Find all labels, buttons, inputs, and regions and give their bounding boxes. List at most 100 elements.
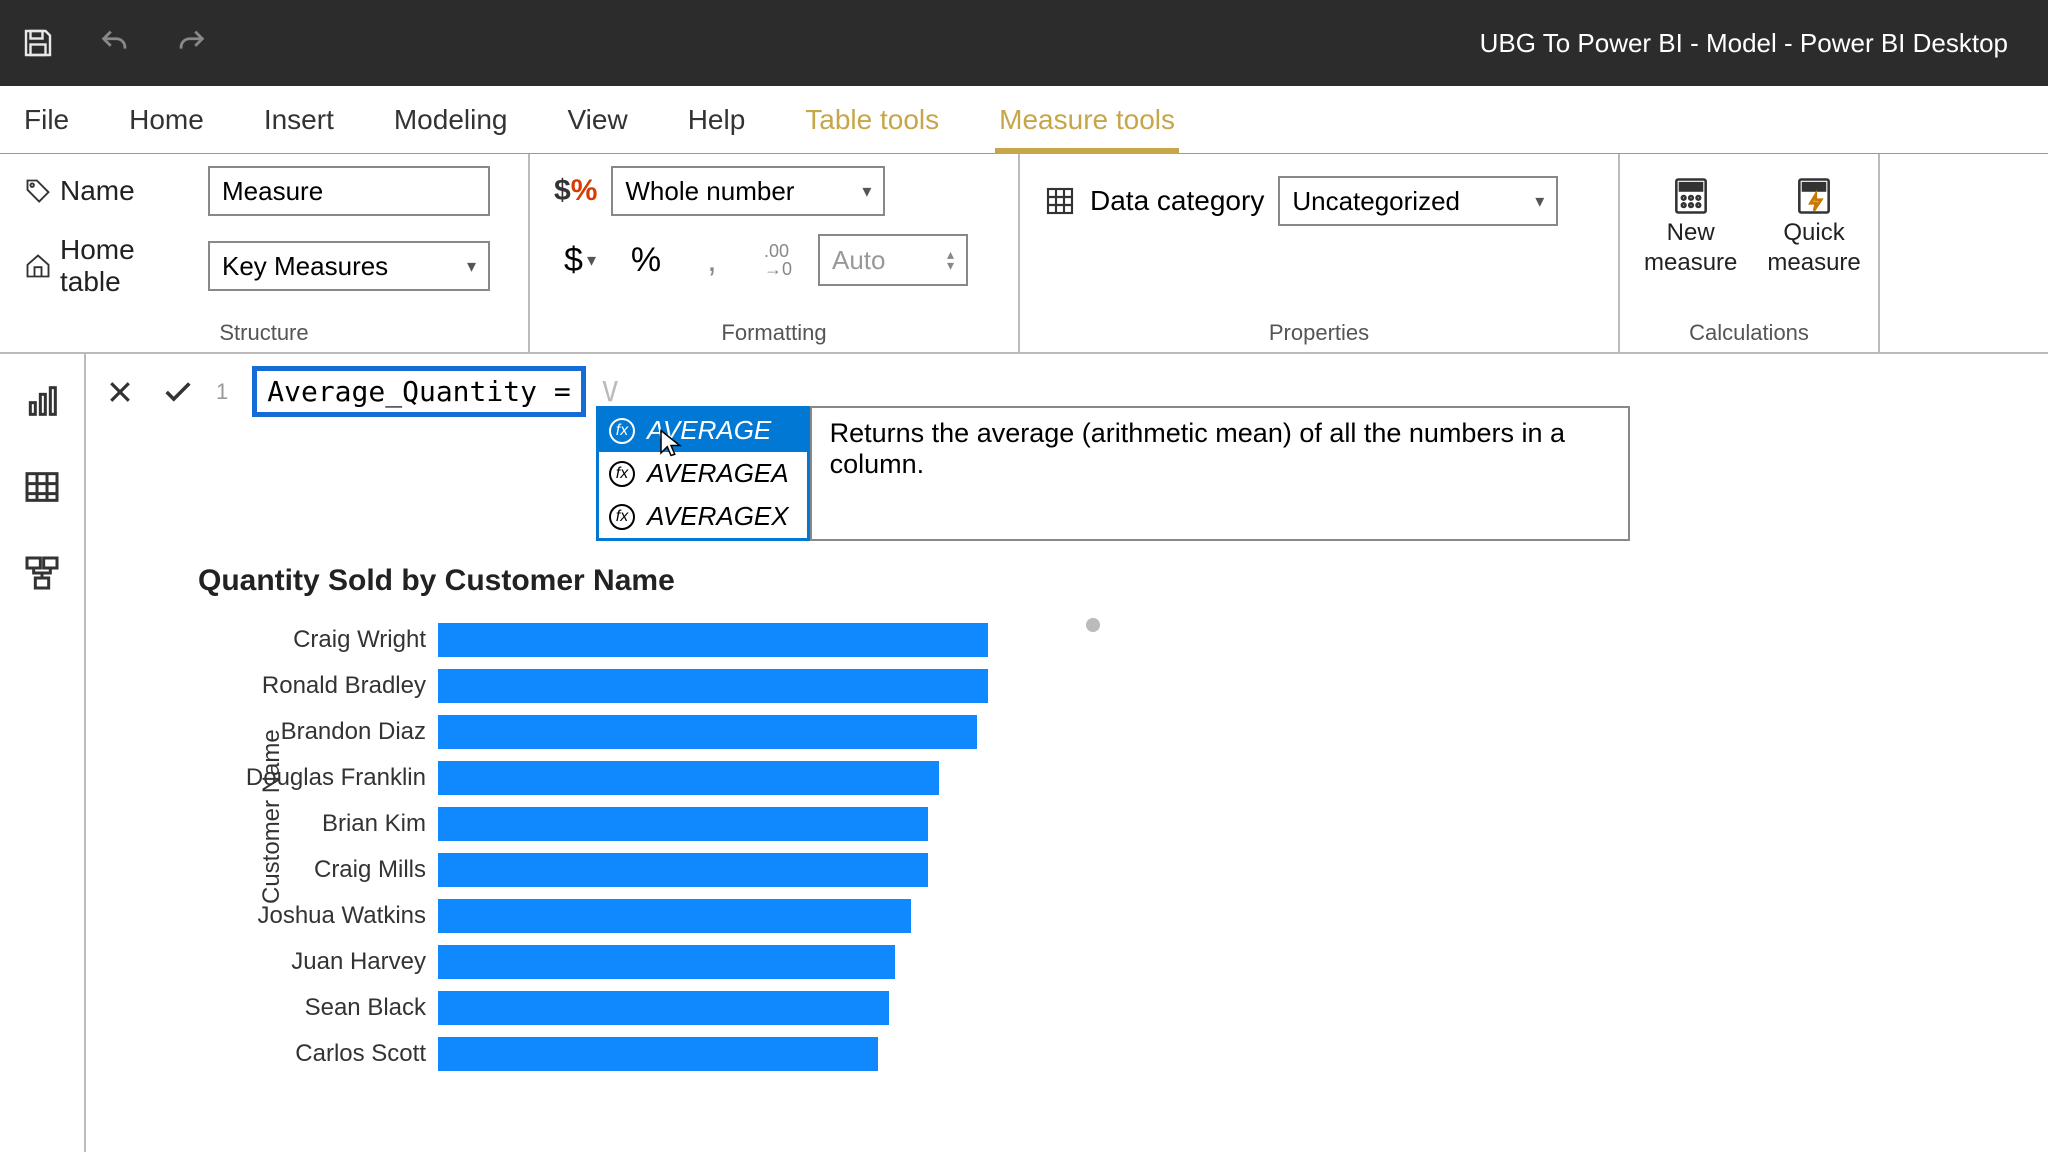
intellisense-item[interactable]: fxAVERAGEA <box>599 452 807 495</box>
bar-row: Carlos Scott <box>438 1034 1118 1074</box>
decimals-button[interactable]: .00→0 <box>752 234 804 286</box>
bar-label: Douglas Franklin <box>246 764 426 792</box>
group-structure: Name Home table Key Measures ▾ Structure <box>0 154 530 352</box>
bar-label: Brian Kim <box>322 810 426 838</box>
tab-modeling[interactable]: Modeling <box>390 104 512 136</box>
bar-label: Craig Mills <box>314 856 426 884</box>
function-tooltip: Returns the average (arithmetic mean) of… <box>810 406 1630 541</box>
bar[interactable] <box>438 807 928 841</box>
bar-label: Craig Wright <box>293 626 426 654</box>
bar-row: Ronald Bradley <box>438 666 1118 706</box>
chevron-down-icon: ▾ <box>1535 191 1544 212</box>
bar[interactable] <box>438 991 889 1025</box>
data-category-icon <box>1044 185 1076 217</box>
bar-label: Joshua Watkins <box>257 902 426 930</box>
report-view-icon[interactable] <box>21 380 63 422</box>
redo-icon[interactable] <box>174 26 208 60</box>
decimal-places-input[interactable]: Auto ▴▾ <box>818 234 968 286</box>
formula-ghost-text: V <box>602 375 619 408</box>
group-properties: Data category Uncategorized ▾ Properties <box>1020 154 1620 352</box>
bar-row: Douglas Franklin <box>438 758 1118 798</box>
tab-measure-tools[interactable]: Measure tools <box>995 104 1179 136</box>
canvas: 1 Average_Quantity = V fxAVERAGEfxAVERAG… <box>86 354 2048 1152</box>
formula-line-number: 1 <box>216 379 228 405</box>
window-title: UBG To Power BI - Model - Power BI Deskt… <box>208 28 2028 59</box>
bar-row: Sean Black <box>438 988 1118 1028</box>
chart-visual[interactable]: Quantity Sold by Customer Name Customer … <box>198 564 1118 1060</box>
chevron-down-icon: ▾ <box>467 256 476 277</box>
bar[interactable] <box>438 945 895 979</box>
function-icon: fx <box>609 461 635 487</box>
bar[interactable] <box>438 1037 878 1071</box>
bar[interactable] <box>438 715 977 749</box>
undo-icon[interactable] <box>98 26 132 60</box>
bar-label: Sean Black <box>305 994 426 1022</box>
formula-bar: 1 Average_Quantity = V <box>100 366 619 417</box>
tab-file[interactable]: File <box>20 104 73 136</box>
home-icon <box>24 252 52 280</box>
currency-button[interactable]: $▾ <box>554 234 606 286</box>
tag-icon <box>24 177 52 205</box>
ribbon: Name Home table Key Measures ▾ Structure <box>0 154 2048 354</box>
tab-view[interactable]: View <box>564 104 632 136</box>
tab-insert[interactable]: Insert <box>260 104 338 136</box>
bar-row: Craig Wright <box>438 620 1118 660</box>
intellisense-item[interactable]: fxAVERAGE <box>599 409 807 452</box>
format-select[interactable]: Whole number ▾ <box>611 166 885 216</box>
bar-row: Juan Harvey <box>438 942 1118 982</box>
group-label-calculations: Calculations <box>1644 320 1854 346</box>
new-measure-button[interactable]: New measure <box>1644 174 1737 278</box>
home-table-select[interactable]: Key Measures ▾ <box>208 241 490 291</box>
formula-input[interactable]: Average_Quantity = <box>252 366 585 417</box>
group-formatting: $% Whole number ▾ $▾ % , .00→0 Auto ▴▾ F… <box>530 154 1020 352</box>
data-view-icon[interactable] <box>21 466 63 508</box>
bar[interactable] <box>438 623 988 657</box>
name-input[interactable] <box>208 166 490 216</box>
bar[interactable] <box>438 669 988 703</box>
percent-button[interactable]: % <box>620 234 672 286</box>
group-label-structure: Structure <box>24 320 504 346</box>
data-category-select[interactable]: Uncategorized ▾ <box>1278 176 1558 226</box>
function-icon: fx <box>609 504 635 530</box>
bar-label: Brandon Diaz <box>281 718 426 746</box>
intellisense-popup: fxAVERAGEfxAVERAGEAfxAVERAGEX Returns th… <box>596 406 1630 541</box>
function-list: fxAVERAGEfxAVERAGEAfxAVERAGEX <box>596 406 810 541</box>
save-icon[interactable] <box>20 25 56 61</box>
bar[interactable] <box>438 761 939 795</box>
tab-table-tools[interactable]: Table tools <box>801 104 943 136</box>
bar-label: Carlos Scott <box>295 1040 426 1068</box>
titlebar: UBG To Power BI - Model - Power BI Deskt… <box>0 0 2048 86</box>
bar-row: Brian Kim <box>438 804 1118 844</box>
commit-formula-button[interactable] <box>158 372 198 412</box>
bar-row: Joshua Watkins <box>438 896 1118 936</box>
chart-title: Quantity Sold by Customer Name <box>198 564 1118 598</box>
data-category-label: Data category <box>1090 185 1264 217</box>
bar-label: Ronald Bradley <box>262 672 426 700</box>
view-sidebar <box>0 354 86 1152</box>
model-view-icon[interactable] <box>21 552 63 594</box>
home-table-label: Home table <box>60 234 194 298</box>
content: 1 Average_Quantity = V fxAVERAGEfxAVERAG… <box>0 354 2048 1152</box>
name-label: Name <box>60 175 135 207</box>
bar-row: Brandon Diaz <box>438 712 1118 752</box>
format-icon: $% <box>554 174 597 208</box>
tab-home[interactable]: Home <box>125 104 208 136</box>
bar-label: Juan Harvey <box>291 948 426 976</box>
group-calculations: New measure Quick measure Calculations <box>1620 154 1880 352</box>
bar-row: Craig Mills <box>438 850 1118 890</box>
group-label-properties: Properties <box>1044 320 1594 346</box>
y-axis-label: Customer Name <box>258 729 286 904</box>
bar[interactable] <box>438 853 928 887</box>
function-icon: fx <box>609 418 635 444</box>
stepper-icon: ▴▾ <box>947 249 954 271</box>
cancel-formula-button[interactable] <box>100 372 140 412</box>
bar[interactable] <box>438 899 911 933</box>
thousands-button[interactable]: , <box>686 234 738 286</box>
intellisense-item[interactable]: fxAVERAGEX <box>599 495 807 538</box>
chart-body: Craig Wright Ronald Bradley Brandon Diaz Do… <box>438 620 1118 1060</box>
quick-measure-button[interactable]: Quick measure <box>1767 174 1860 278</box>
group-label-formatting: Formatting <box>554 320 994 346</box>
ribbon-tabs: File Home Insert Modeling View Help Tabl… <box>0 86 2048 154</box>
tab-help[interactable]: Help <box>684 104 750 136</box>
chevron-down-icon: ▾ <box>862 181 871 202</box>
